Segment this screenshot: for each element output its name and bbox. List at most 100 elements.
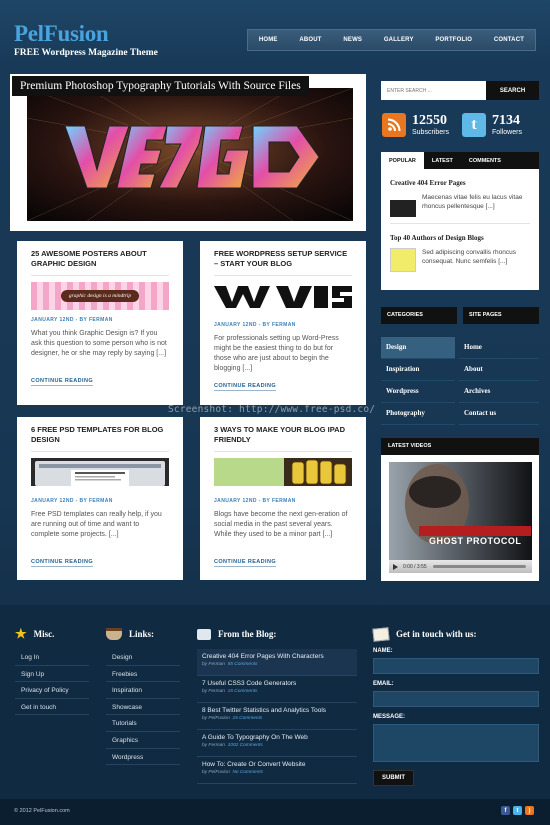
speech-bubble-icon	[197, 628, 211, 640]
post-thumbnail[interactable]	[214, 458, 352, 486]
page-home[interactable]: Home	[459, 337, 539, 359]
continue-reading-link[interactable]: CONTINUE READING	[214, 559, 277, 567]
divider	[214, 451, 352, 452]
tab-comments[interactable]: COMMENTS	[461, 152, 509, 169]
blog-item[interactable]: How To: Create Or Convert Website by Pel…	[197, 757, 357, 784]
footer-link-inspiration[interactable]: Inspiration	[106, 682, 180, 699]
post-title[interactable]: 6 FREE PSD TEMPLATES FOR BLOG DESIGN	[31, 425, 169, 447]
nav-home[interactable]: HOME	[259, 37, 278, 43]
blog-item[interactable]: A Guide To Typography On The Web by Ferm…	[197, 730, 357, 757]
contact-heading: Get in touch with us:	[372, 626, 539, 642]
links-heading: Links:	[106, 626, 180, 642]
twitter-followers[interactable]: t 7134 Followers	[462, 113, 522, 137]
post-thumbnail[interactable]	[390, 248, 416, 272]
post-thumbnail[interactable]	[31, 458, 169, 486]
popular-post-title[interactable]: Creative 404 Error Pages	[381, 169, 539, 191]
tab-popular[interactable]: POPULAR	[381, 152, 424, 169]
post-thumbnail[interactable]	[390, 193, 416, 217]
facebook-icon[interactable]: f	[501, 806, 510, 815]
post-thumbnail[interactable]: graphic design is a mindtrip	[31, 282, 169, 310]
footer-link-design[interactable]: Design	[106, 649, 180, 666]
name-field[interactable]	[373, 658, 539, 674]
seek-bar[interactable]	[432, 565, 526, 568]
footer-link-freebies[interactable]: Freebies	[106, 666, 180, 683]
continue-reading-link[interactable]: CONTINUE READING	[31, 559, 94, 567]
misc-links: Log In Sign Up Privacy of Policy Get in …	[15, 649, 89, 716]
continue-reading-link[interactable]: CONTINUE READING	[31, 378, 94, 386]
blog-item-title[interactable]: How To: Create Or Convert Website	[202, 761, 352, 768]
categories-heading: CATEGORIES	[381, 307, 457, 324]
blog-item-title[interactable]: 7 Useful CSS3 Code Generators	[202, 680, 352, 687]
links-list: Design Freebies Inspiration Showcase Tut…	[106, 649, 180, 766]
post-title[interactable]: FREE WORDPRESS SETUP SERVICE – START YOU…	[214, 249, 352, 271]
category-photography[interactable]: Photography	[381, 403, 455, 425]
footer-link-sign-up[interactable]: Sign Up	[15, 666, 89, 683]
category-inspiration[interactable]: Inspiration	[381, 359, 455, 381]
nav-contact[interactable]: CONTACT	[494, 37, 524, 43]
star-icon: ★	[15, 626, 27, 641]
page-about[interactable]: About	[459, 359, 539, 381]
footer-link-privacy[interactable]: Privacy of Policy	[15, 682, 89, 699]
nav-about[interactable]: ABOUT	[299, 37, 321, 43]
page-contact-us[interactable]: Contact us	[459, 403, 539, 425]
search-button[interactable]: SEARCH	[486, 81, 539, 100]
name-label: NAME:	[373, 648, 393, 654]
blog-item-meta: by PelFusion 15 Comments	[202, 716, 263, 721]
divider	[31, 451, 169, 452]
twitter-icon[interactable]: t	[513, 806, 522, 815]
coffee-cup-icon	[106, 628, 122, 640]
blog-item[interactable]: Creative 404 Error Pages With Characters…	[197, 649, 357, 676]
blog-item[interactable]: 8 Best Twitter Statistics and Analytics …	[197, 703, 357, 730]
divider	[31, 275, 169, 276]
category-design[interactable]: Design	[381, 337, 455, 359]
logo-title[interactable]: PelFusion	[14, 22, 158, 45]
site-pages-list: Home About Archives Contact us	[459, 337, 539, 425]
post-title[interactable]: 3 WAYS TO MAKE YOUR BLOG IPAD FRIENDLY	[214, 425, 352, 447]
search-form: SEARCH	[381, 81, 539, 100]
rss-icon[interactable]: )	[525, 806, 534, 815]
featured-image[interactable]	[27, 88, 353, 221]
blog-item[interactable]: 7 Useful CSS3 Code Generators by Ferman …	[197, 676, 357, 703]
footer-link-tutorials[interactable]: Tutorials	[106, 715, 180, 732]
watermark: Screenshot: http://www.free-psd.co/	[168, 404, 376, 415]
play-icon[interactable]	[393, 563, 398, 570]
featured-title[interactable]: Premium Photoshop Typography Tutorials W…	[12, 76, 309, 96]
tab-latest[interactable]: LATEST	[424, 152, 461, 169]
message-field[interactable]	[373, 724, 539, 762]
page-archives[interactable]: Archives	[459, 381, 539, 403]
continue-reading-link[interactable]: CONTINUE READING	[214, 383, 277, 391]
post-thumbnail[interactable]	[214, 282, 352, 310]
latest-videos-heading: LATEST VIDEOS	[381, 438, 539, 455]
footer-link-log-in[interactable]: Log In	[15, 649, 89, 666]
site-logo[interactable]: PelFusion FREE Wordpress Magazine Theme	[14, 22, 158, 58]
footer-link-wordpress[interactable]: Wordpress	[106, 749, 180, 766]
blog-item-meta: by Ferman 55 Comments	[202, 662, 258, 667]
blog-item-title[interactable]: Creative 404 Error Pages With Characters	[202, 653, 352, 660]
rss-subscribers[interactable]: 12550 Subscribers	[382, 113, 449, 137]
categories-list: Design Inspiration Wordpress Photography	[381, 337, 455, 425]
nav-portfolio[interactable]: PORTFOLIO	[435, 37, 472, 43]
submit-button[interactable]: SUBMIT	[373, 770, 414, 786]
followers-label: Followers	[492, 129, 522, 136]
post-title[interactable]: 25 AWESOME POSTERS ABOUT GRAPHIC DESIGN	[31, 249, 169, 271]
search-input[interactable]	[381, 81, 486, 100]
footer-links: Links: Design Freebies Inspiration Showc…	[106, 626, 180, 766]
nav-news[interactable]: NEWS	[343, 37, 362, 43]
video-player[interactable]: GHOST PROTOCOL 0:00 / 3:55	[389, 462, 532, 573]
email-field[interactable]	[373, 691, 539, 707]
post-excerpt: For professionals setting up Word-Press …	[214, 335, 339, 372]
misc-heading-text: Misc.	[33, 629, 55, 639]
nav-gallery[interactable]: GALLERY	[384, 37, 414, 43]
logo-tagline: FREE Wordpress Magazine Theme	[14, 48, 158, 58]
category-wordpress[interactable]: Wordpress	[381, 381, 455, 403]
popular-post-title[interactable]: Top 40 Authors of Design Blogs	[381, 224, 539, 246]
divider	[214, 275, 352, 276]
footer-link-graphics[interactable]: Graphics	[106, 732, 180, 749]
blog-item-title[interactable]: A Guide To Typography On The Web	[202, 734, 352, 741]
post-excerpt: Blogs have become the next gen-eration o…	[214, 511, 348, 538]
footer-link-showcase[interactable]: Showcase	[106, 699, 180, 716]
subscribers-count: 12550	[412, 113, 447, 128]
message-label: MESSAGE:	[373, 714, 406, 720]
footer-link-get-in-touch[interactable]: Get in touch	[15, 699, 89, 716]
blog-item-title[interactable]: 8 Best Twitter Statistics and Analytics …	[202, 707, 352, 714]
